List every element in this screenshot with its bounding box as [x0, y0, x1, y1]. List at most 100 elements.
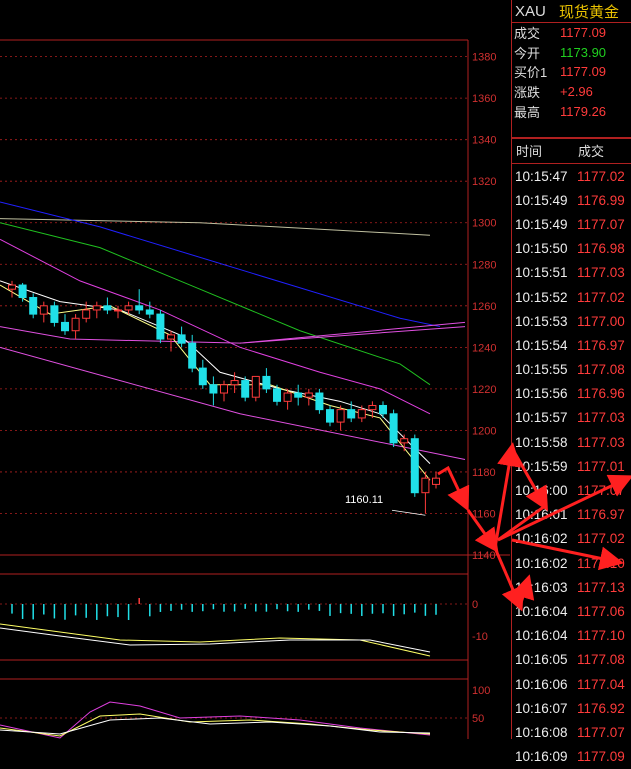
- quote-label: 涨跌: [514, 85, 541, 101]
- low-price-label: 1160.11: [345, 494, 383, 506]
- candle-body: [368, 404, 377, 411]
- tick-price: 1177.04: [577, 676, 625, 692]
- tick-price: 1177.00: [577, 313, 625, 329]
- quote-row: 最高 1179.26: [512, 101, 631, 121]
- candle-body: [241, 380, 250, 398]
- quote-value: 1177.09: [560, 25, 607, 41]
- tick-time: 10:15:53: [515, 313, 568, 329]
- tick-time: 10:15:49: [515, 192, 568, 208]
- candle-body: [283, 392, 292, 402]
- tick-table[interactable]: 10:15:47 1177.02 10:15:49 1176.99 10:15:49 11…: [512, 164, 631, 769]
- tick-price: 1176.97: [577, 507, 625, 523]
- tick-row[interactable]: 10:15:53 1177.00: [512, 309, 631, 333]
- candle-body: [124, 305, 133, 311]
- candle-body: [336, 409, 345, 423]
- tick-price: 1177.02: [577, 531, 625, 547]
- tick-price: 1177.02: [577, 168, 625, 184]
- quote-summary: 成交 1177.09 今开 1173.90 买价1 1177.09 涨跌 +2.96 最高 117…: [512, 23, 631, 121]
- tick-row[interactable]: 10:16:04 1177.10: [512, 624, 631, 648]
- candle-body: [39, 305, 48, 315]
- price-chart-svg[interactable]: 1380 1360 1340 1320 1300 1280 1260 1240 1220 1200…: [0, 0, 510, 739]
- tick-price: 1177.03: [577, 434, 625, 450]
- tick-time: 10:16:03: [515, 579, 568, 595]
- candle-body: [410, 438, 419, 494]
- tick-row[interactable]: 10:15:49 1177.07: [512, 212, 631, 236]
- tick-price: 1176.96: [577, 386, 625, 402]
- price-tick-label: 1160: [472, 508, 496, 520]
- price-tick-label: 1180: [472, 467, 496, 479]
- candle-body: [379, 404, 387, 415]
- candle-body: [156, 313, 165, 340]
- tick-row[interactable]: 10:16:07 1176.92: [512, 696, 631, 720]
- tick-price: 1177.03: [577, 410, 625, 426]
- tick-row[interactable]: 10:15:54 1176.97: [512, 333, 631, 357]
- ma10-line: [0, 280, 431, 464]
- tick-row[interactable]: 10:16:05 1177.08: [512, 648, 631, 672]
- tick-price: 1177.09: [577, 749, 625, 765]
- quote-row: 成交 1177.09: [512, 23, 631, 43]
- candle-body: [198, 367, 207, 386]
- symbol-header: XAU 现货黄金: [512, 0, 631, 23]
- price-tick-label: 1360: [472, 93, 496, 105]
- price-tick-label: 1280: [472, 259, 496, 271]
- candle-body: [220, 384, 228, 394]
- tick-row[interactable]: 10:16:00 1177.07: [512, 478, 631, 502]
- tick-row[interactable]: 10:15:59 1177.01: [512, 454, 631, 478]
- tick-row[interactable]: 10:16:06 1177.04: [512, 672, 631, 696]
- tick-row[interactable]: 10:15:55 1177.08: [512, 357, 631, 381]
- tick-row[interactable]: 10:16:03 1177.13: [512, 575, 631, 599]
- candle-body: [18, 284, 27, 298]
- candle-body: [8, 284, 16, 290]
- tick-row[interactable]: 10:15:51 1177.03: [512, 261, 631, 285]
- channel-mid: [239, 326, 466, 344]
- tick-price: 1177.07: [577, 216, 625, 232]
- tick-time: 10:16:08: [515, 724, 568, 740]
- tick-time: 10:15:58: [515, 434, 568, 450]
- tick-price: 1176.97: [577, 337, 625, 353]
- tick-time: 10:16:04: [515, 603, 568, 619]
- tick-price: 1177.07: [577, 724, 625, 740]
- tick-time: 10:16:09: [515, 749, 568, 765]
- price-tick-label: 1320: [472, 176, 496, 188]
- ma30-line: [0, 222, 431, 386]
- channel-upper: [0, 321, 466, 344]
- kline-chart[interactable]: 1380 1360 1340 1320 1300 1280 1260 1240 1220 1200…: [0, 0, 510, 739]
- candle-body: [273, 388, 281, 402]
- candle-body: [135, 305, 144, 311]
- candle-body: [50, 305, 59, 323]
- price-tick-label: 1240: [472, 342, 496, 354]
- tick-row[interactable]: 10:15:58 1177.03: [512, 430, 631, 454]
- candle-body: [326, 409, 334, 423]
- quote-label: 今开: [514, 45, 541, 61]
- tick-row[interactable]: 10:15:57 1177.03: [512, 406, 631, 430]
- candle-body: [347, 409, 356, 419]
- tick-price: 1177.02: [577, 289, 625, 305]
- candle-body: [188, 342, 197, 369]
- tick-row[interactable]: 10:15:56 1176.96: [512, 382, 631, 406]
- kdj-tick-label: 50: [472, 713, 484, 725]
- tick-row[interactable]: 10:16:08 1177.07: [512, 720, 631, 744]
- tick-time: 10:16:02: [515, 555, 568, 571]
- tick-price: 1177.03: [577, 265, 625, 281]
- candle-body: [262, 375, 271, 390]
- price-tick-label: 1340: [472, 135, 496, 147]
- tick-row[interactable]: 10:16:01 1176.97: [512, 503, 631, 527]
- candle-body: [71, 317, 80, 332]
- tick-row[interactable]: 10:16:02 1177.10: [512, 551, 631, 575]
- tick-row[interactable]: 10:15:52 1177.02: [512, 285, 631, 309]
- candle-body: [389, 413, 398, 444]
- tick-row[interactable]: 10:15:49 1176.99: [512, 188, 631, 212]
- tick-time: 10:15:55: [515, 362, 568, 378]
- tick-row[interactable]: 10:16:02 1177.02: [512, 527, 631, 551]
- quote-value: +2.96: [560, 84, 593, 100]
- tick-row[interactable]: 10:15:47 1177.02: [512, 164, 631, 188]
- col-time-header: 时间: [516, 144, 543, 160]
- kdj-k-line: [0, 717, 431, 735]
- quote-row: 涨跌 +2.96: [512, 82, 631, 102]
- candle-body: [61, 321, 69, 332]
- candle-body: [167, 334, 175, 340]
- tick-row[interactable]: 10:16:09 1177.09: [512, 744, 631, 768]
- tick-row[interactable]: 10:15:50 1176.98: [512, 237, 631, 261]
- tick-row[interactable]: 10:16:04 1177.06: [512, 599, 631, 623]
- candle-body: [421, 477, 430, 494]
